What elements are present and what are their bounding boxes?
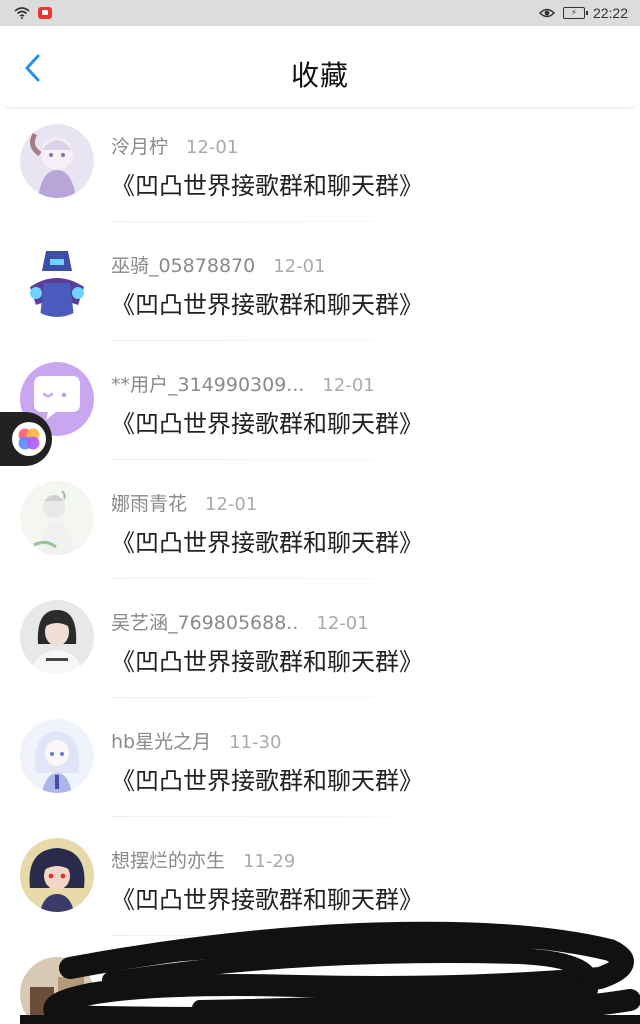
redaction-scribble (20, 921, 640, 1024)
avatar[interactable] (20, 124, 94, 198)
item-content[interactable]: 《凹凸世界接歌群和聊天群》 (111, 404, 423, 439)
divider (111, 578, 521, 579)
item-content[interactable]: 《凹凸世界接歌群和聊天群》 (111, 880, 423, 915)
list-item[interactable]: hb星光之月 11-30 《凹凸世界接歌群和聊天群》 (0, 705, 640, 824)
page-header: 收藏 (0, 26, 640, 108)
item-content[interactable]: 《凹凸世界接歌群和聊天群》 (111, 166, 423, 201)
floating-app-button[interactable] (0, 412, 52, 466)
item-meta: 巫骑_05878870 12-01 (111, 251, 326, 278)
battery-icon: ⚡ (562, 7, 588, 19)
item-meta: hb星光之月 11-30 (111, 727, 281, 754)
divider (111, 459, 521, 460)
item-meta: 想摆烂的亦生 11-29 (111, 846, 295, 873)
user-name[interactable]: 想摆烂的亦生 (111, 850, 225, 872)
avatar[interactable] (20, 481, 94, 555)
item-meta: 吴艺涵_769805688.. 12-01 (111, 608, 369, 635)
item-date: 12-01 (205, 494, 258, 515)
multicolor-circles-icon (12, 422, 46, 456)
item-content[interactable]: 《凹凸世界接歌群和聊天群》 (111, 285, 423, 320)
item-date: 11-30 (229, 732, 282, 753)
status-time: 22:22 (592, 5, 628, 21)
status-bar-right: ⚡ 22:22 (538, 5, 628, 21)
favorites-list: 泠月柠 12-01 《凹凸世界接歌群和聊天群》 巫骑_05878870 12-01 … (0, 110, 640, 1024)
user-name[interactable]: 娜雨青花 (111, 493, 187, 515)
avatar[interactable] (20, 600, 94, 674)
item-date: 12-01 (322, 375, 375, 396)
user-name[interactable]: 巫骑_05878870 (111, 255, 255, 277)
list-item[interactable]: 娜雨青花 12-01 《凹凸世界接歌群和聊天群》 (0, 467, 640, 586)
eye-icon (538, 8, 555, 18)
item-date: 12-01 (186, 137, 239, 158)
status-bar-left (14, 7, 52, 19)
divider (111, 340, 521, 341)
divider (111, 816, 521, 817)
user-name[interactable]: 泠月柠 (111, 136, 168, 158)
item-content[interactable]: 《凹凸世界接歌群和聊天群》 (111, 642, 423, 677)
status-bar: ⚡ 22:22 (0, 0, 640, 26)
item-meta: **用户_314990309... 12-01 (111, 370, 375, 397)
app-notification-icon (38, 7, 52, 19)
list-item[interactable]: **用户_314990309... 12-01 《凹凸世界接歌群和聊天群》 (0, 348, 640, 467)
item-date: 11-29 (243, 851, 296, 872)
item-content[interactable]: 《凹凸世界接歌群和聊天群》 (111, 761, 423, 796)
user-name[interactable]: 吴艺涵_769805688.. (111, 612, 298, 634)
list-item[interactable]: 吴艺涵_769805688.. 12-01 《凹凸世界接歌群和聊天群》 (0, 586, 640, 705)
list-item[interactable]: 泠月柠 12-01 《凹凸世界接歌群和聊天群》 (0, 110, 640, 229)
divider (111, 221, 521, 222)
avatar[interactable] (20, 243, 94, 317)
divider (111, 697, 521, 698)
page-title: 收藏 (290, 59, 349, 92)
list-item[interactable]: 巫骑_05878870 12-01 《凹凸世界接歌群和聊天群》 (0, 229, 640, 348)
item-content[interactable]: 《凹凸世界接歌群和聊天群》 (111, 523, 423, 558)
item-date: 12-01 (273, 256, 326, 277)
user-name[interactable]: **用户_314990309... (111, 374, 304, 396)
item-meta: 泠月柠 12-01 (111, 132, 238, 159)
item-date: 12-01 (316, 613, 369, 634)
user-name[interactable]: hb星光之月 (111, 731, 211, 753)
wifi-icon (14, 7, 30, 19)
item-meta: 娜雨青花 12-01 (111, 489, 257, 516)
avatar[interactable] (20, 838, 94, 912)
avatar[interactable] (20, 719, 94, 793)
